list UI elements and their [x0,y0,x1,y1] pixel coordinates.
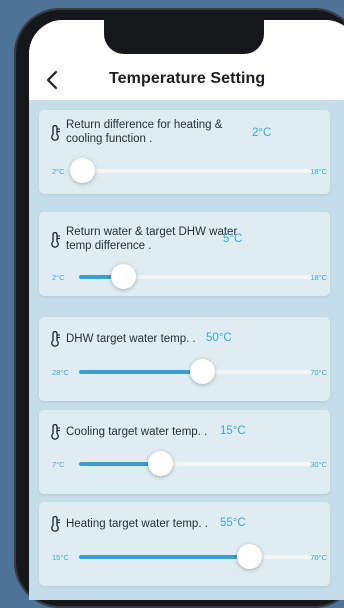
slider-min-label: 7°C [52,460,65,469]
setting-card: Cooling target water temp. . 15°C 7°C 30… [39,410,330,494]
thermometer-icon [51,232,60,248]
setting-label: Return difference for heating & cooling … [66,119,223,145]
slider-fill [79,555,250,559]
setting-label: Cooling target water temp. . [66,426,208,438]
slider-max-label: 30°C [310,460,327,469]
slider-track[interactable] [79,359,314,384]
settings-list: Return difference for heating & cooling … [29,100,344,600]
slider-handle[interactable] [148,451,174,476]
thermometer-icon [51,125,60,141]
slider-handle[interactable] [189,359,215,384]
slider-max-label: 70°C [310,368,327,377]
setting-value: 50°C [206,332,232,344]
slider-max-label: 70°C [310,553,327,562]
page-title: Temperature Setting [109,70,266,87]
phone-notch [104,20,264,54]
setting-card: Return water & target DHW water temp dif… [39,212,330,296]
slider-min-label: 2°C [52,273,65,282]
slider-track[interactable] [69,158,314,183]
slider-handle[interactable] [69,158,95,183]
setting-label: Heating target water temp. . [66,518,208,530]
thermometer-icon [51,331,60,347]
slider-min-label: 2°C [52,167,65,176]
slider-handle[interactable] [110,264,136,289]
slider-min-label: 15°C [52,553,69,562]
setting-value: 15°C [220,425,246,437]
slider-handle[interactable] [237,544,263,569]
setting-card: DHW target water temp. . 50°C 28°C 70°C [39,317,330,401]
slider-track[interactable] [79,264,314,289]
slider-max-label: 18°C [310,273,327,282]
thermometer-icon [51,424,60,440]
slider-fill [79,370,203,374]
thermometer-icon [51,516,60,532]
setting-value: 55°C [220,517,246,529]
setting-value: 5°C [223,233,243,245]
slider-min-label: 28°C [52,368,69,377]
slider-max-label: 18°C [310,167,327,176]
slider-track[interactable] [79,451,314,476]
slider-track[interactable] [79,544,314,569]
app-screen: Temperature Setting Return difference fo… [29,20,344,600]
chevron-left-icon [46,70,58,90]
setting-card: Return difference for heating & cooling … [39,110,330,194]
setting-card: Heating target water temp. . 55°C 15°C 7… [39,502,330,586]
setting-label: DHW target water temp. . [66,333,196,345]
setting-value: 2°C [252,127,272,139]
back-button[interactable] [45,70,61,90]
